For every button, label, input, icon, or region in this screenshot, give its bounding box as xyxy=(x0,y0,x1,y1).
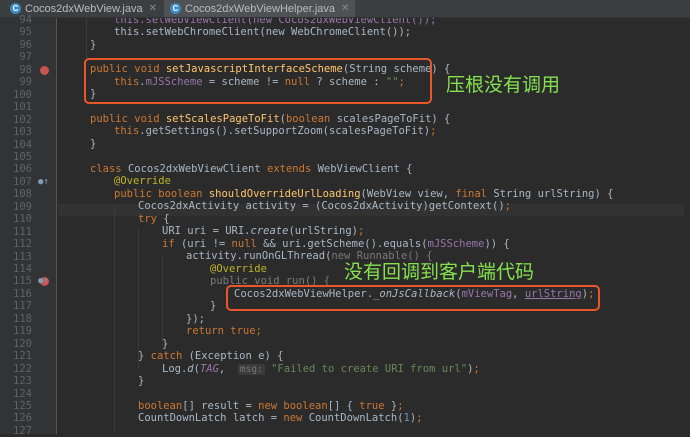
vertical-scrollbar[interactable] xyxy=(684,18,690,434)
code-line-96: } xyxy=(90,39,97,51)
line-number: 114 xyxy=(13,263,32,275)
line-number: 124 xyxy=(13,387,32,400)
code-line-108: Cocos2dxActivity activity = (Cocos2dxAct… xyxy=(138,200,511,212)
code-line-103: } xyxy=(90,138,97,150)
line-number: 125 xyxy=(13,399,32,412)
code-line-95: this.setWebChromeClient(new WebChromeCli… xyxy=(114,26,412,38)
tab-label: Cocos2dxWebView.java xyxy=(25,2,143,15)
line-number: 105 xyxy=(13,150,32,163)
callout-box-js-callback xyxy=(226,285,600,311)
line-number: 123 xyxy=(13,375,32,388)
close-icon[interactable]: ✕ xyxy=(149,3,157,14)
line-number: 95 xyxy=(19,26,32,39)
line-number: 102 xyxy=(13,113,32,126)
code-line-105: class Cocos2dxWebViewClient extends WebV… xyxy=(90,163,413,175)
line-number: 118 xyxy=(13,312,32,325)
callout-box-interface-scheme xyxy=(84,58,432,104)
breakpoint-icon[interactable] xyxy=(40,65,49,75)
line-number: 120 xyxy=(13,337,32,350)
line-number: 112 xyxy=(13,238,32,251)
code-line-125: CountDownLatch latch = new CountDownLatc… xyxy=(138,412,423,424)
line-number: 94 xyxy=(19,14,32,26)
line-number: 119 xyxy=(13,325,32,338)
line-number: 121 xyxy=(13,350,32,363)
code-line-124: boolean[] result = new boolean[] { true … xyxy=(138,400,404,412)
line-number: 99 xyxy=(19,76,32,89)
code-line-120: } catch (Exception e) { xyxy=(138,350,284,362)
editor-tab-bar: C Cocos2dxWebView.java ✕ C Cocos2dxWebVi… xyxy=(0,0,690,18)
code-line-116: } xyxy=(210,300,217,312)
line-number: 104 xyxy=(13,138,32,151)
editor-gutter[interactable]: 94 95 96 97 98 99 100 101 102 103 104 105 106 107 ●↑ 10… xyxy=(0,14,57,437)
code-line-102: this.getSettings().setSupportZoom(scales… xyxy=(114,125,437,137)
line-number: 127 xyxy=(13,424,32,437)
tab-cocos2dxwebviewhelper[interactable]: C Cocos2dxWebViewHelper.java ✕ xyxy=(164,0,356,17)
line-number: 117 xyxy=(13,300,32,313)
line-number: 126 xyxy=(13,412,32,425)
line-number: 103 xyxy=(13,126,32,139)
line-number: 97 xyxy=(19,51,32,64)
line-number: 122 xyxy=(13,362,32,375)
code-line-101: public void setScalesPageToFit(boolean s… xyxy=(90,113,451,125)
code-line-111: if (uri != null && uri.getScheme().equal… xyxy=(162,238,510,250)
line-number: 113 xyxy=(13,250,32,263)
code-line-117: }); xyxy=(186,313,205,325)
line-number: 107 xyxy=(13,175,32,188)
indent-guide xyxy=(138,229,139,369)
override-marker-icon[interactable]: ●↑ xyxy=(38,276,49,286)
line-number: 101 xyxy=(13,101,32,114)
line-number: 116 xyxy=(13,287,32,300)
annotation-no-callback: 没有回调到客户端代码 xyxy=(344,261,535,283)
close-icon[interactable]: ✕ xyxy=(341,3,349,14)
java-class-icon: C xyxy=(170,3,181,14)
code-line-119: } xyxy=(162,338,169,350)
line-number: 106 xyxy=(13,163,32,176)
line-number: 96 xyxy=(19,38,32,51)
code-line-118: return true; xyxy=(186,325,262,337)
code-line-122: } xyxy=(138,375,145,387)
override-marker-icon[interactable]: ●↑ xyxy=(38,177,49,187)
java-class-icon: C xyxy=(10,3,21,14)
indent-guide xyxy=(86,18,87,58)
line-number: 100 xyxy=(13,88,32,101)
code-line-113: @Override xyxy=(210,263,267,275)
annotation-not-called: 压根没有调用 xyxy=(446,74,561,96)
code-line-121: Log.d(TAG, msg: "Failed to create URI fr… xyxy=(162,363,480,375)
line-number: 108 xyxy=(13,188,32,201)
line-number: 115 xyxy=(13,275,32,288)
tab-label: Cocos2dxWebViewHelper.java xyxy=(185,2,336,15)
line-number: 111 xyxy=(13,225,32,238)
indent-guide xyxy=(162,254,163,346)
code-line-110: URI uri = URI.create(urlString); xyxy=(162,225,365,237)
line-number: 110 xyxy=(13,213,32,226)
code-line-106: @Override xyxy=(114,175,171,187)
code-line-109: try { xyxy=(138,213,170,225)
line-number: 109 xyxy=(13,200,32,213)
line-number: 98 xyxy=(19,63,32,76)
code-line-107: public boolean shouldOverrideUrlLoading(… xyxy=(114,188,614,200)
indent-guide xyxy=(114,204,115,434)
